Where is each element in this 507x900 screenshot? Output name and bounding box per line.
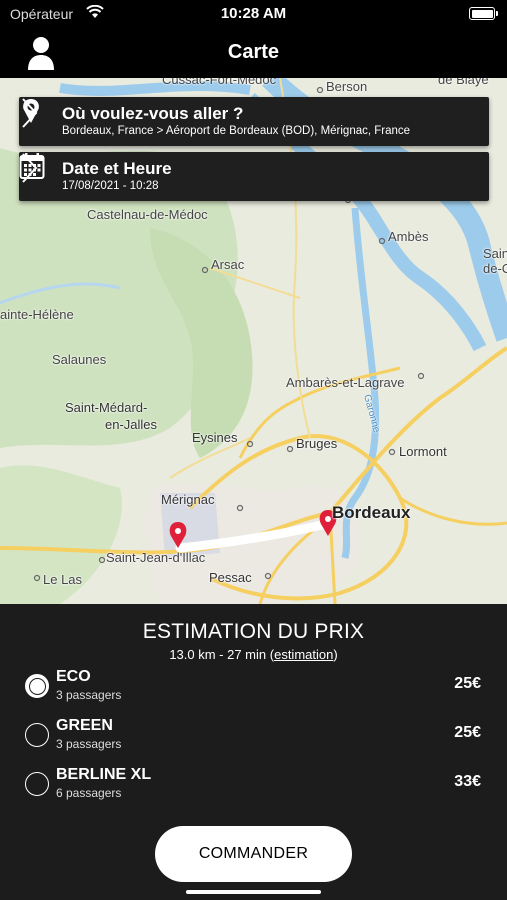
destination-card[interactable]: Où voulez-vous aller ? Bordeaux, France … — [19, 97, 489, 146]
map-label: Castelnau-de-Médoc — [87, 207, 208, 222]
estimate-summary: 13.0 km - 27 min (estimation) — [0, 647, 507, 662]
option-price: 33€ — [454, 773, 481, 790]
option-passengers: 3 passagers — [56, 688, 122, 702]
page-title: Carte — [227, 41, 280, 63]
map-label: en-Jalles — [105, 417, 158, 432]
map-label: Eysines — [192, 430, 238, 445]
price-panel: ESTIMATION DU PRIX 13.0 km - 27 min (est… — [0, 604, 507, 900]
home-indicator[interactable] — [186, 890, 321, 894]
map-view[interactable]: Cussac-Fort-Médoc Berson de Blaye Castel… — [0, 78, 507, 604]
nav-bar: Carte — [0, 30, 507, 78]
date-card[interactable]: Date et Heure 17/08/2021 - 10:28 — [19, 152, 489, 201]
estimate-title: ESTIMATION DU PRIX — [142, 620, 365, 643]
map-label: Saint-Médard- — [65, 400, 148, 415]
map-label: Saint-Jean-d'Illac — [106, 550, 206, 565]
option-passengers: 3 passagers — [56, 737, 122, 751]
battery-icon — [469, 7, 498, 20]
chevron-right-icon — [22, 98, 38, 128]
destination-route: Bordeaux, France > Aéroport de Bordeaux … — [62, 125, 411, 137]
option-price: 25€ — [454, 724, 481, 741]
option-name: BERLINE XL — [56, 766, 152, 783]
status-time: 10:28 AM — [220, 5, 287, 22]
map-label-bordeaux: Bordeaux — [332, 503, 411, 522]
radio-green[interactable] — [25, 723, 49, 747]
date-value: 17/08/2021 - 10:28 — [62, 180, 159, 192]
map-label: Le Las — [43, 572, 83, 587]
map-label: Ambarès-et-Lagrave — [286, 375, 405, 390]
map-label: Pessac — [209, 570, 252, 585]
chevron-right-icon — [22, 153, 38, 183]
map-label: de Blaye — [438, 78, 489, 87]
option-price: 25€ — [454, 675, 481, 692]
radio-eco[interactable] — [25, 674, 49, 698]
estimation-link[interactable]: estimation — [274, 647, 333, 662]
map-label: Mérignac — [161, 492, 215, 507]
option-eco[interactable]: ECO 3 passagers 25€ — [0, 666, 507, 706]
map-label: Ambès — [388, 229, 429, 244]
option-name: GREEN — [56, 717, 113, 734]
option-berline-xl[interactable]: BERLINE XL 6 passagers 33€ — [0, 764, 507, 804]
map-label: Arsac — [211, 257, 245, 272]
radio-berline-xl[interactable] — [25, 772, 49, 796]
map-label: Salaunes — [52, 352, 107, 367]
map-label: Bruges — [296, 436, 338, 451]
map-label: Sain de-C — [483, 246, 507, 276]
order-button[interactable]: COMMANDER — [155, 826, 352, 882]
distance-time: 13.0 km - 27 min — [169, 647, 270, 662]
close-paren: ) — [333, 647, 338, 662]
date-title: Date et Heure — [62, 159, 172, 178]
option-name: ECO — [56, 668, 91, 685]
map-label: ainte-Hélène — [0, 307, 74, 322]
status-bar: Opérateur 10:28 AM — [0, 0, 507, 30]
destination-title: Où voulez-vous aller ? — [62, 104, 244, 123]
option-passengers: 6 passagers — [56, 786, 122, 800]
map-label: Lormont — [399, 444, 447, 459]
map-label: Cussac-Fort-Médoc — [162, 78, 277, 87]
map-label: Berson — [326, 79, 368, 94]
option-green[interactable]: GREEN 3 passagers 25€ — [0, 715, 507, 755]
